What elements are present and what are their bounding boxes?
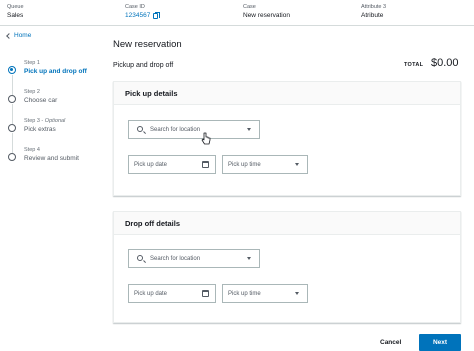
step-4[interactable]: Step 4 Review and submit bbox=[7, 147, 107, 176]
attribute-value: Atribute bbox=[361, 12, 384, 19]
step-indicator-icon bbox=[8, 95, 16, 103]
step-indicator-icon bbox=[8, 66, 16, 74]
chevron-left-icon bbox=[6, 32, 12, 39]
step-title: Pick extras bbox=[24, 126, 56, 133]
pickup-date-input[interactable]: Pick up date bbox=[128, 155, 216, 174]
pickup-time-select[interactable]: Pick up time bbox=[222, 155, 308, 174]
copy-icon[interactable] bbox=[153, 11, 161, 19]
pickup-date-placeholder: Pick up date bbox=[134, 161, 168, 168]
attribute-info: Attribute 3 Atribute bbox=[361, 4, 386, 20]
case-id-info: Case ID 1234567 bbox=[125, 4, 161, 20]
queue-value: Sales bbox=[7, 12, 24, 19]
dropoff-location-placeholder: Search for location bbox=[150, 255, 201, 262]
case-value: New reservation bbox=[243, 12, 290, 19]
dropoff-card-header: Drop off details bbox=[114, 212, 460, 235]
wizard-steps: Step 1 Pick up and drop off Step 2 Choos… bbox=[7, 60, 107, 176]
search-icon bbox=[137, 126, 143, 132]
step-number: Step 2 bbox=[24, 89, 40, 95]
step-indicator-icon bbox=[8, 153, 16, 161]
queue-label: Queue bbox=[7, 4, 24, 10]
case-id-link[interactable]: 1234567 bbox=[125, 11, 150, 20]
pickup-location-placeholder: Search for location bbox=[150, 126, 201, 133]
case-id-row: 1234567 bbox=[125, 11, 161, 20]
home-link[interactable]: Home bbox=[6, 32, 32, 39]
caret-down-icon bbox=[295, 163, 299, 166]
pickup-details-card: Pick up details Search for location Pick… bbox=[113, 81, 461, 196]
step-indicator-icon bbox=[8, 124, 16, 132]
case-id-label: Case ID bbox=[125, 4, 145, 10]
step-number: Step 1 bbox=[24, 60, 40, 66]
dropoff-details-card: Drop off details Search for location Pic… bbox=[113, 211, 461, 323]
dropoff-date-input[interactable]: Pick up date bbox=[128, 284, 216, 303]
step-title: Review and submit bbox=[24, 155, 79, 162]
dropoff-date-placeholder: Pick up date bbox=[134, 290, 168, 297]
total-label: TOTAL bbox=[404, 62, 424, 68]
step-3[interactable]: Step 3 - Optional Pick extras bbox=[7, 118, 107, 153]
dropoff-location-select[interactable]: Search for location bbox=[128, 249, 260, 268]
case-info-bar: Queue Sales Case ID 1234567 Case New res… bbox=[0, 0, 474, 26]
dropoff-time-placeholder: Pick up time bbox=[228, 290, 261, 297]
case-label: Case bbox=[243, 4, 256, 10]
step-optional-text: Optional bbox=[44, 118, 66, 124]
total-value: $0.00 bbox=[431, 57, 459, 69]
cursor-icon bbox=[201, 132, 211, 145]
queue-info: Queue Sales bbox=[7, 4, 24, 20]
home-link-label: Home bbox=[14, 32, 32, 39]
step-1[interactable]: Step 1 Pick up and drop off bbox=[7, 60, 107, 95]
caret-down-icon bbox=[247, 257, 251, 260]
next-button[interactable]: Next bbox=[419, 334, 461, 351]
search-icon bbox=[137, 255, 143, 261]
step-2[interactable]: Step 2 Choose car bbox=[7, 89, 107, 124]
section-subtitle: Pickup and drop off bbox=[113, 62, 174, 69]
step-title: Pick up and drop off bbox=[24, 68, 87, 75]
calendar-icon[interactable] bbox=[202, 161, 209, 168]
caret-down-icon bbox=[295, 292, 299, 295]
step-number-text: Step 3 - bbox=[24, 118, 45, 124]
page-title: New reservation bbox=[113, 39, 182, 50]
caret-down-icon bbox=[247, 128, 251, 131]
step-number: Step 3 - Optional bbox=[24, 118, 107, 125]
cancel-button[interactable]: Cancel bbox=[380, 335, 401, 349]
pickup-time-placeholder: Pick up time bbox=[228, 161, 261, 168]
wizard-footer bbox=[0, 329, 474, 351]
pickup-card-header: Pick up details bbox=[114, 82, 460, 105]
step-title: Choose car bbox=[24, 97, 58, 104]
calendar-icon[interactable] bbox=[202, 290, 209, 297]
dropoff-time-select[interactable]: Pick up time bbox=[222, 284, 308, 303]
pickup-location-select[interactable]: Search for location bbox=[128, 120, 260, 139]
attribute-label: Attribute 3 bbox=[361, 4, 387, 10]
case-info: Case New reservation bbox=[243, 4, 290, 20]
step-number: Step 4 bbox=[24, 147, 40, 153]
